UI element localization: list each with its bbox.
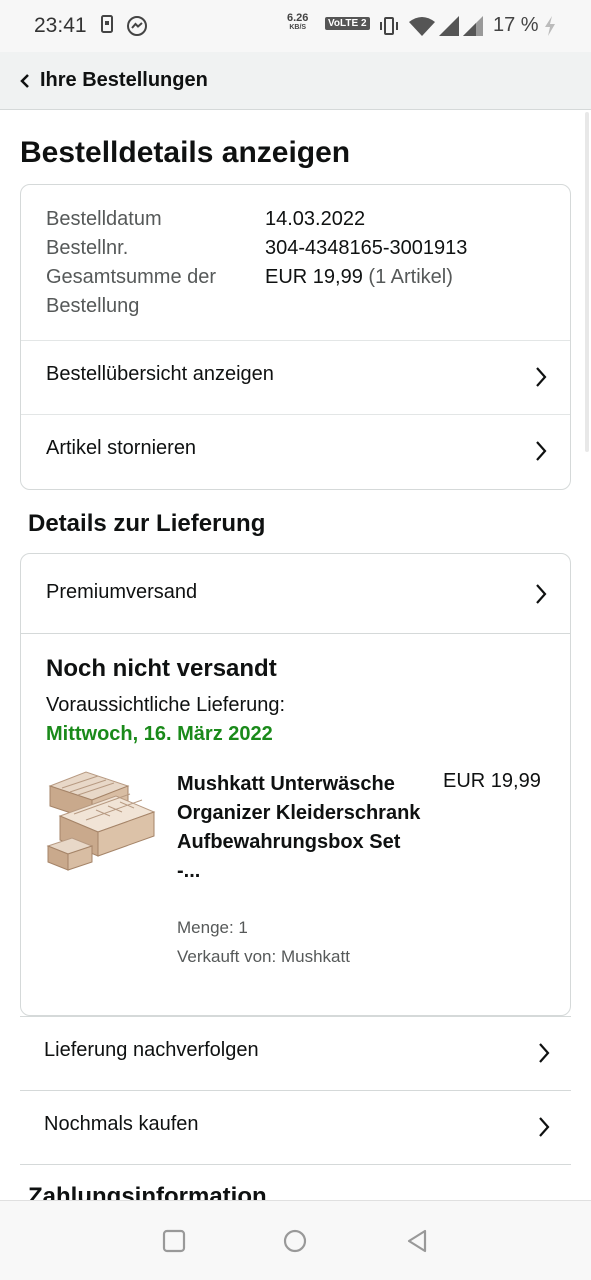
product-quantity: Menge: 1 (177, 918, 248, 937)
chevron-right-icon (536, 367, 547, 387)
chevron-right-icon (539, 1117, 550, 1137)
order-number-label: Bestellnr. (46, 237, 129, 259)
signal-icon-2 (463, 16, 483, 36)
delivery-card: Premiumversand Noch nicht versandt Vorau… (20, 553, 571, 1016)
order-total-value: EUR 19,99 (1 Artikel) (265, 266, 453, 288)
chevron-right-icon (536, 584, 547, 604)
system-nav-bar (0, 1200, 591, 1280)
eta-label: Voraussichtliche Lieferung: (46, 694, 286, 716)
buy-again-label: Nochmals kaufen (44, 1113, 199, 1135)
cancel-items-label: Artikel stornieren (46, 437, 197, 459)
order-total-label: Gesamtsumme der Bestellung (46, 266, 217, 317)
product-price: EUR 19,99 (443, 770, 541, 792)
order-item-count: (1 Artikel) (368, 266, 453, 288)
chevron-right-icon (539, 1043, 550, 1063)
page-title: Bestelldetails anzeigen (20, 136, 351, 169)
order-number-value: 304-4348165-3001913 (265, 237, 468, 259)
cancel-items-link[interactable]: Artikel stornieren (21, 414, 570, 487)
delivery-section-title: Details zur Lieferung (28, 510, 266, 537)
eta-date: Mittwoch, 16. März 2022 (46, 723, 273, 745)
shipment-status: Noch nicht versandt (46, 655, 277, 682)
track-delivery-link[interactable]: Lieferung nachverfolgen (20, 1016, 571, 1089)
buy-again-link[interactable]: Nochmals kaufen (20, 1090, 571, 1163)
back-nav-icon[interactable] (405, 1229, 429, 1253)
shipping-method-label: Premiumversand (46, 581, 198, 603)
order-overview-label: Bestellübersicht anzeigen (46, 363, 274, 385)
network-speed: 6.26 KB/S (287, 12, 309, 32)
back-label[interactable]: Ihre Bestellungen (40, 69, 208, 92)
recent-apps-icon[interactable] (162, 1229, 186, 1253)
status-bar: 23:41 6.26 KB/S VoLTE 2 17 % (0, 0, 591, 52)
sim-notification-icon (101, 15, 113, 33)
product-title[interactable]: Mushkatt Unterwäsche Organizer Kleidersc… (177, 770, 427, 886)
order-date-value: 14.03.2022 (265, 208, 366, 230)
signal-icon-1 (439, 16, 459, 36)
home-icon[interactable] (283, 1229, 307, 1253)
chevron-left-icon (20, 74, 29, 88)
product-seller: Verkauft von: Mushkatt (177, 947, 350, 966)
vibrate-icon (380, 17, 398, 35)
volte-badge: VoLTE 2 (325, 17, 370, 30)
chevron-right-icon (536, 441, 547, 461)
messenger-icon (127, 16, 147, 36)
wifi-icon (409, 17, 435, 36)
status-time: 23:41 (34, 14, 87, 37)
order-overview-link[interactable]: Bestellübersicht anzeigen (21, 340, 570, 413)
charging-icon (545, 16, 555, 36)
shipping-method-link[interactable]: Premiumversand (21, 554, 570, 634)
top-header: Ihre Bestellungen (0, 52, 591, 110)
order-summary-card: Bestelldatum 14.03.2022 Bestellnr. 304-4… (20, 184, 571, 490)
product-image[interactable] (46, 766, 158, 878)
battery-level: 17 % (493, 14, 539, 36)
scrollbar[interactable] (585, 112, 589, 452)
order-date-label: Bestelldatum (46, 208, 162, 230)
track-delivery-label: Lieferung nachverfolgen (44, 1039, 259, 1061)
